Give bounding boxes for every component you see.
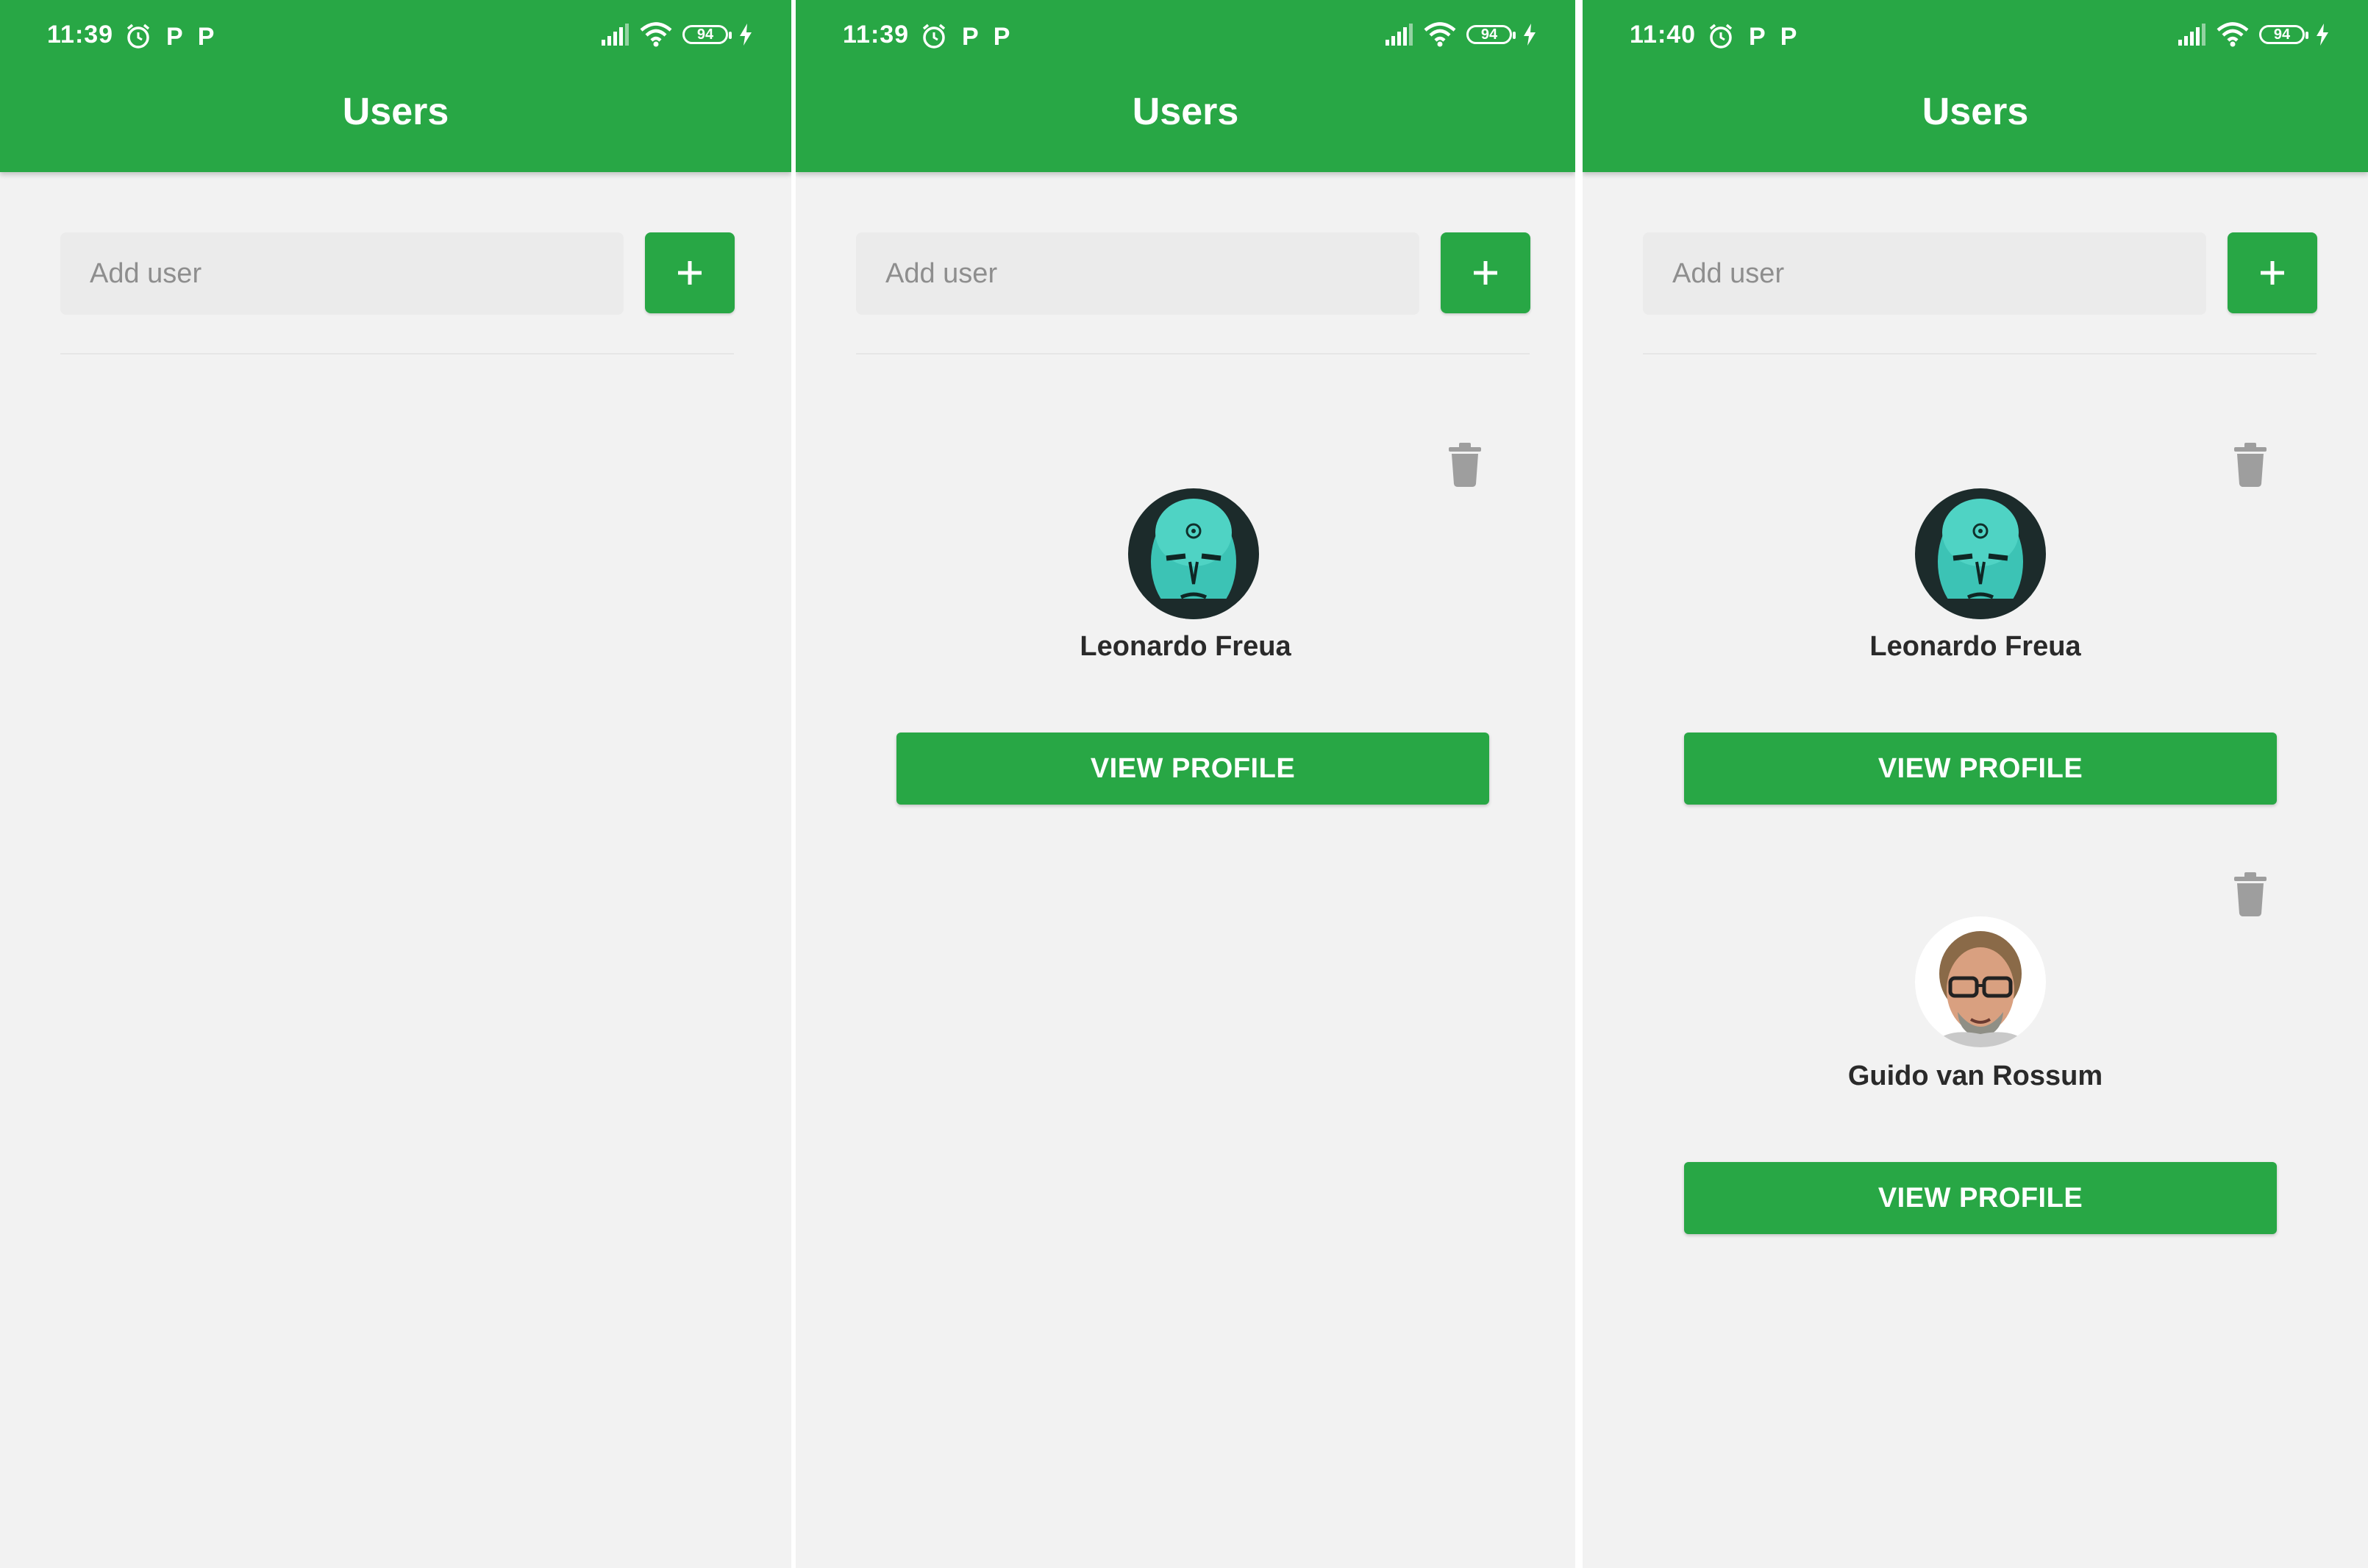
user-card: Guido van Rossum VIEW PROFILE [1583,863,2368,1234]
phone-screen-1: 11:39 P P 94 Users [0,0,791,1568]
status-bar: 11:40 P P 94 [1583,16,2368,57]
user-card: Leonardo Freua VIEW PROFILE [796,434,1575,805]
battery-icon: 94 [682,25,732,44]
charging-icon [738,24,753,46]
wifi-icon [640,22,672,47]
app-bar: 11:39 P P 94 Users [796,0,1575,172]
plus-icon [1471,258,1500,288]
battery-level: 94 [1480,26,1498,43]
user-avatar [1128,488,1259,619]
battery-level: 94 [2273,26,2291,43]
wifi-icon [1424,22,1456,47]
charging-icon [2315,24,2330,46]
plus-icon [675,258,705,288]
signal-icon [1384,24,1413,46]
page-title: Users [1132,90,1239,133]
user-avatar [1915,916,2046,1047]
view-profile-button[interactable]: VIEW PROFILE [1684,1162,2277,1234]
add-user-button[interactable] [2228,232,2317,313]
divider [1643,353,2317,354]
view-profile-button[interactable]: VIEW PROFILE [896,733,1489,805]
wifi-icon [2217,22,2249,47]
parking-notification-icon: P [1749,23,1766,51]
plus-icon [2258,258,2287,288]
view-profile-button[interactable]: VIEW PROFILE [1684,733,2277,805]
add-user-input[interactable] [856,232,1419,315]
app-bar: 11:39 P P 94 Users [0,0,791,172]
phone-screen-3: 11:40 P P 94 Users Leonardo Freua VIEW P… [1583,0,2368,1568]
parking-notification-icon: P [962,23,979,51]
trash-icon[interactable] [2231,443,2269,487]
status-time: 11:39 [47,21,114,49]
battery-icon: 94 [1466,25,1516,44]
add-user-button[interactable] [645,232,735,313]
user-name: Leonardo Freua [1869,631,2081,662]
user-name: Leonardo Freua [1080,631,1291,662]
add-user-input[interactable] [60,232,624,315]
alarm-icon [921,24,947,50]
status-time: 11:39 [843,21,910,49]
user-name: Guido van Rossum [1847,1061,2103,1091]
parking-notification-icon: P [993,23,1010,51]
battery-level: 94 [696,26,714,43]
user-avatar [1915,488,2046,619]
add-user-button[interactable] [1441,232,1530,313]
divider [856,353,1530,354]
signal-icon [600,24,630,46]
page-title: Users [1922,90,2029,133]
add-user-input[interactable] [1643,232,2206,315]
parking-notification-icon: P [197,23,215,51]
page-title: Users [342,90,449,133]
trash-icon[interactable] [2231,872,2269,916]
battery-icon: 94 [2259,25,2308,44]
status-bar: 11:39 P P 94 [0,16,791,57]
parking-notification-icon: P [1780,23,1797,51]
charging-icon [1522,24,1537,46]
user-card: Leonardo Freua VIEW PROFILE [1583,434,2368,805]
signal-icon [2177,24,2206,46]
phone-screen-2: 11:39 P P 94 Users Leonardo Freua VIEW P… [796,0,1575,1568]
status-time: 11:40 [1630,21,1697,49]
trash-icon[interactable] [1446,443,1484,487]
alarm-icon [1708,24,1734,50]
app-bar: 11:40 P P 94 Users [1583,0,2368,172]
status-bar: 11:39 P P 94 [796,16,1575,57]
alarm-icon [125,24,151,50]
divider [60,353,734,354]
parking-notification-icon: P [166,23,183,51]
